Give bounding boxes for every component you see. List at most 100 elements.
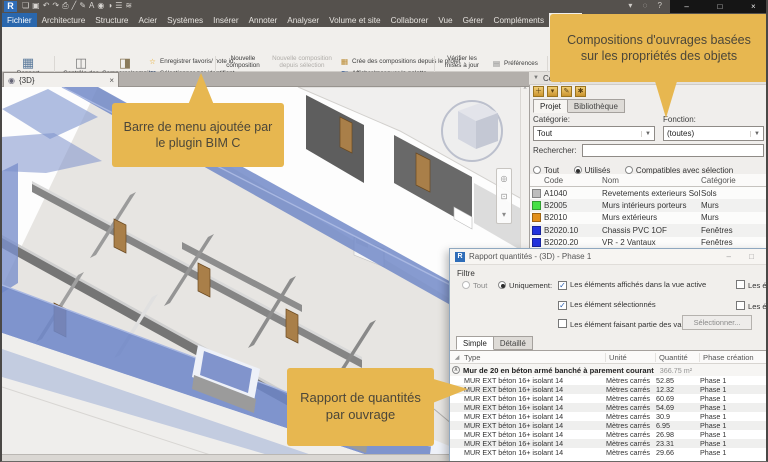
table-row[interactable]: MUR EXT béton 16+ isolant 14Mètres carré… — [450, 376, 767, 385]
tab-gerer[interactable]: Gérer — [458, 13, 489, 27]
tab-systemes[interactable]: Systèmes — [162, 13, 208, 27]
dialog-tab-simple[interactable]: Simple — [456, 336, 494, 350]
column-phase-creation[interactable]: Phase création — [700, 353, 767, 362]
group-row[interactable]: ∧ Mur de 20 en béton armé banché à parem… — [450, 364, 767, 376]
revit-logo-icon[interactable]: R — [4, 1, 17, 12]
callout-rapport: Rapport de quantités par ouvrage — [287, 368, 434, 446]
callout-tail — [188, 73, 214, 105]
table-row[interactable]: MUR EXT béton 16+ isolant 14Mètres carré… — [450, 448, 767, 457]
title-bar: R ❏▣↶↷⎙╱✎A◉◑☰≋ ▾ ◌ ? – □ × — [2, 0, 768, 13]
checkbox-icon — [558, 319, 567, 328]
table-row[interactable]: MUR EXT béton 16+ isolant 14Mètres carré… — [450, 430, 767, 439]
group-total: 366.75 m² — [660, 366, 692, 375]
panel-tab-bibliotheque[interactable]: Bibliothèque — [568, 99, 625, 113]
checkbox-right-2[interactable]: Les élémen — [736, 301, 768, 311]
table-row[interactable]: B2005Murs intérieurs porteursMurs — [530, 199, 768, 211]
dialog-table: ◢ Type Unité Quantité Phase création ∧ M… — [450, 350, 767, 462]
family-check-icon: ◫ — [58, 56, 104, 70]
filtre-label: Filtre — [457, 269, 475, 278]
view-cube[interactable] — [442, 101, 502, 161]
tab-analyser[interactable]: Analyser — [282, 13, 324, 27]
titlebar-right-icons[interactable]: ▾ ◌ ? — [628, 1, 666, 10]
revit-dialog-icon: R — [455, 252, 465, 262]
tab-annoter[interactable]: Annoter — [244, 13, 283, 27]
callout-compositions: Compositions d'ouvrages basées sur les p… — [550, 14, 768, 82]
sort-icon[interactable]: ◢ — [450, 354, 464, 361]
compare-icon: ◨ — [102, 56, 148, 70]
window-controls: – □ × — [670, 0, 768, 13]
column-code[interactable]: Code — [544, 176, 602, 185]
fonction-select[interactable]: (toutes)▼ — [663, 126, 764, 141]
minimize-icon[interactable]: – — [684, 2, 688, 11]
tab-vue[interactable]: Vue — [433, 13, 457, 27]
navigation-bar[interactable]: ◎ ⊡ ▾ — [496, 168, 512, 224]
column-categorie[interactable]: Catégorie — [701, 176, 768, 185]
table-row[interactable]: MUR EXT béton 16+ isolant 14Mètres carré… — [450, 394, 767, 403]
tab-acier[interactable]: Acier — [133, 13, 162, 27]
column-unite[interactable]: Unité — [606, 353, 656, 362]
assign-composition-icon[interactable]: ✱ — [575, 86, 586, 97]
checkbox-vue-active[interactable]: ✓Les éléments affichés dans la vue activ… — [558, 280, 706, 290]
quick-access-toolbar[interactable]: ❏▣↶↷⎙╱✎A◉◑☰≋ — [22, 1, 135, 11]
color-swatch — [532, 226, 541, 235]
table-row[interactable]: MUR EXT béton 16+ isolant 14Mètres carré… — [450, 403, 767, 412]
table-row[interactable]: MUR EXT béton 16+ isolant 14Mètres carré… — [450, 412, 767, 421]
categorie-label: Catégorie: — [533, 115, 570, 124]
table-row[interactable]: MUR EXT béton 16+ isolant 14Mètres carré… — [450, 421, 767, 430]
table-row[interactable]: MUR EXT béton 16+ isolant 14Mètres carré… — [450, 385, 767, 394]
categorie-select[interactable]: Tout▼ — [533, 126, 655, 141]
selectionner-button[interactable]: Sélectionner... — [682, 315, 752, 330]
column-type[interactable]: Type — [464, 353, 606, 362]
import-composition-icon[interactable]: ▾ — [547, 86, 558, 97]
steering-wheel-icon[interactable]: ◎ — [501, 174, 508, 183]
edit-composition-icon[interactable]: ✎ — [561, 86, 572, 97]
search-input[interactable] — [582, 144, 764, 157]
tab-inserer[interactable]: Insérer — [208, 13, 243, 27]
tab-fichier[interactable]: Fichier — [2, 13, 37, 27]
panel-tab-projet[interactable]: Projet — [533, 99, 568, 113]
table-row[interactable]: B2020.10Chassis PVC 1OFFenêtres — [530, 224, 768, 236]
new-composition-icon[interactable]: ＋ — [533, 86, 544, 97]
dialog-title-bar[interactable]: R Rapport quantités - (3D) - Phase 1 – □ — [450, 249, 767, 265]
chevron-down-icon: ▼ — [641, 131, 651, 137]
tab-architecture[interactable]: Architecture — [37, 13, 91, 27]
checkbox-icon: ✓ — [558, 301, 567, 310]
tab-complements[interactable]: Compléments — [489, 13, 550, 27]
view-tab-close-icon[interactable]: × — [109, 76, 114, 85]
color-swatch — [532, 238, 541, 247]
callout-menu-bar: Barre de menu ajoutée par le plugin BIM … — [112, 103, 284, 167]
close-icon[interactable]: × — [751, 2, 756, 11]
preferences-button[interactable]: ▤ Préférences — [492, 58, 538, 69]
dialog-radio-uniquement[interactable]: Uniquement: — [498, 281, 552, 290]
checkbox-selectionnes[interactable]: ✓Les élément sélectionnés — [558, 300, 656, 310]
panel-table: A1040Revetements exterieurs Sol duSols B… — [530, 187, 768, 249]
dialog-title: Rapport quantités - (3D) - Phase 1 — [469, 252, 591, 261]
tab-collaborer[interactable]: Collaborer — [386, 13, 434, 27]
dialog-window-buttons[interactable]: – □ — [726, 252, 762, 261]
column-quantite[interactable]: Quantité — [656, 353, 700, 362]
panel-menu-icon[interactable]: ▼ — [533, 75, 539, 81]
callout-tail — [654, 78, 678, 118]
rapport-quantites-dialog: R Rapport quantités - (3D) - Phase 1 – □… — [449, 248, 768, 462]
column-nom[interactable]: Nom — [602, 176, 701, 185]
panel-table-header[interactable]: Code Nom Catégorie — [530, 174, 768, 187]
dialog-radio-tout[interactable]: Tout — [462, 281, 487, 290]
dialog-tab-detaille[interactable]: Détaillé — [494, 336, 533, 350]
tab-volume-et-site[interactable]: Volume et site — [324, 13, 385, 27]
dialog-table-header[interactable]: ◢ Type Unité Quantité Phase création — [450, 351, 767, 364]
table-row[interactable]: B2010Murs extérieursMurs — [530, 212, 768, 224]
navbar-more-icon[interactable]: ▾ — [502, 210, 506, 219]
checkbox-right-1[interactable]: Les élémen — [736, 280, 768, 290]
table-row[interactable]: A1040Revetements exterieurs Sol duSols — [530, 187, 768, 199]
collapse-chevron-icon[interactable]: ∧ — [452, 366, 460, 374]
panel-toolbar: ＋ ▾ ✎ ✱ — [533, 86, 586, 98]
quantity-table-icon: ▦ — [5, 56, 51, 70]
zoom-icon[interactable]: ⊡ — [501, 192, 508, 201]
color-swatch — [532, 189, 541, 198]
view-tab-3d[interactable]: ◉ {3D} × — [3, 72, 119, 87]
checkbox-icon — [736, 301, 745, 310]
maximize-icon[interactable]: □ — [717, 2, 722, 11]
tab-structure[interactable]: Structure — [90, 13, 133, 27]
chevron-down-icon: ▼ — [750, 131, 760, 137]
table-row[interactable]: MUR EXT béton 16+ isolant 14Mètres carré… — [450, 439, 767, 448]
